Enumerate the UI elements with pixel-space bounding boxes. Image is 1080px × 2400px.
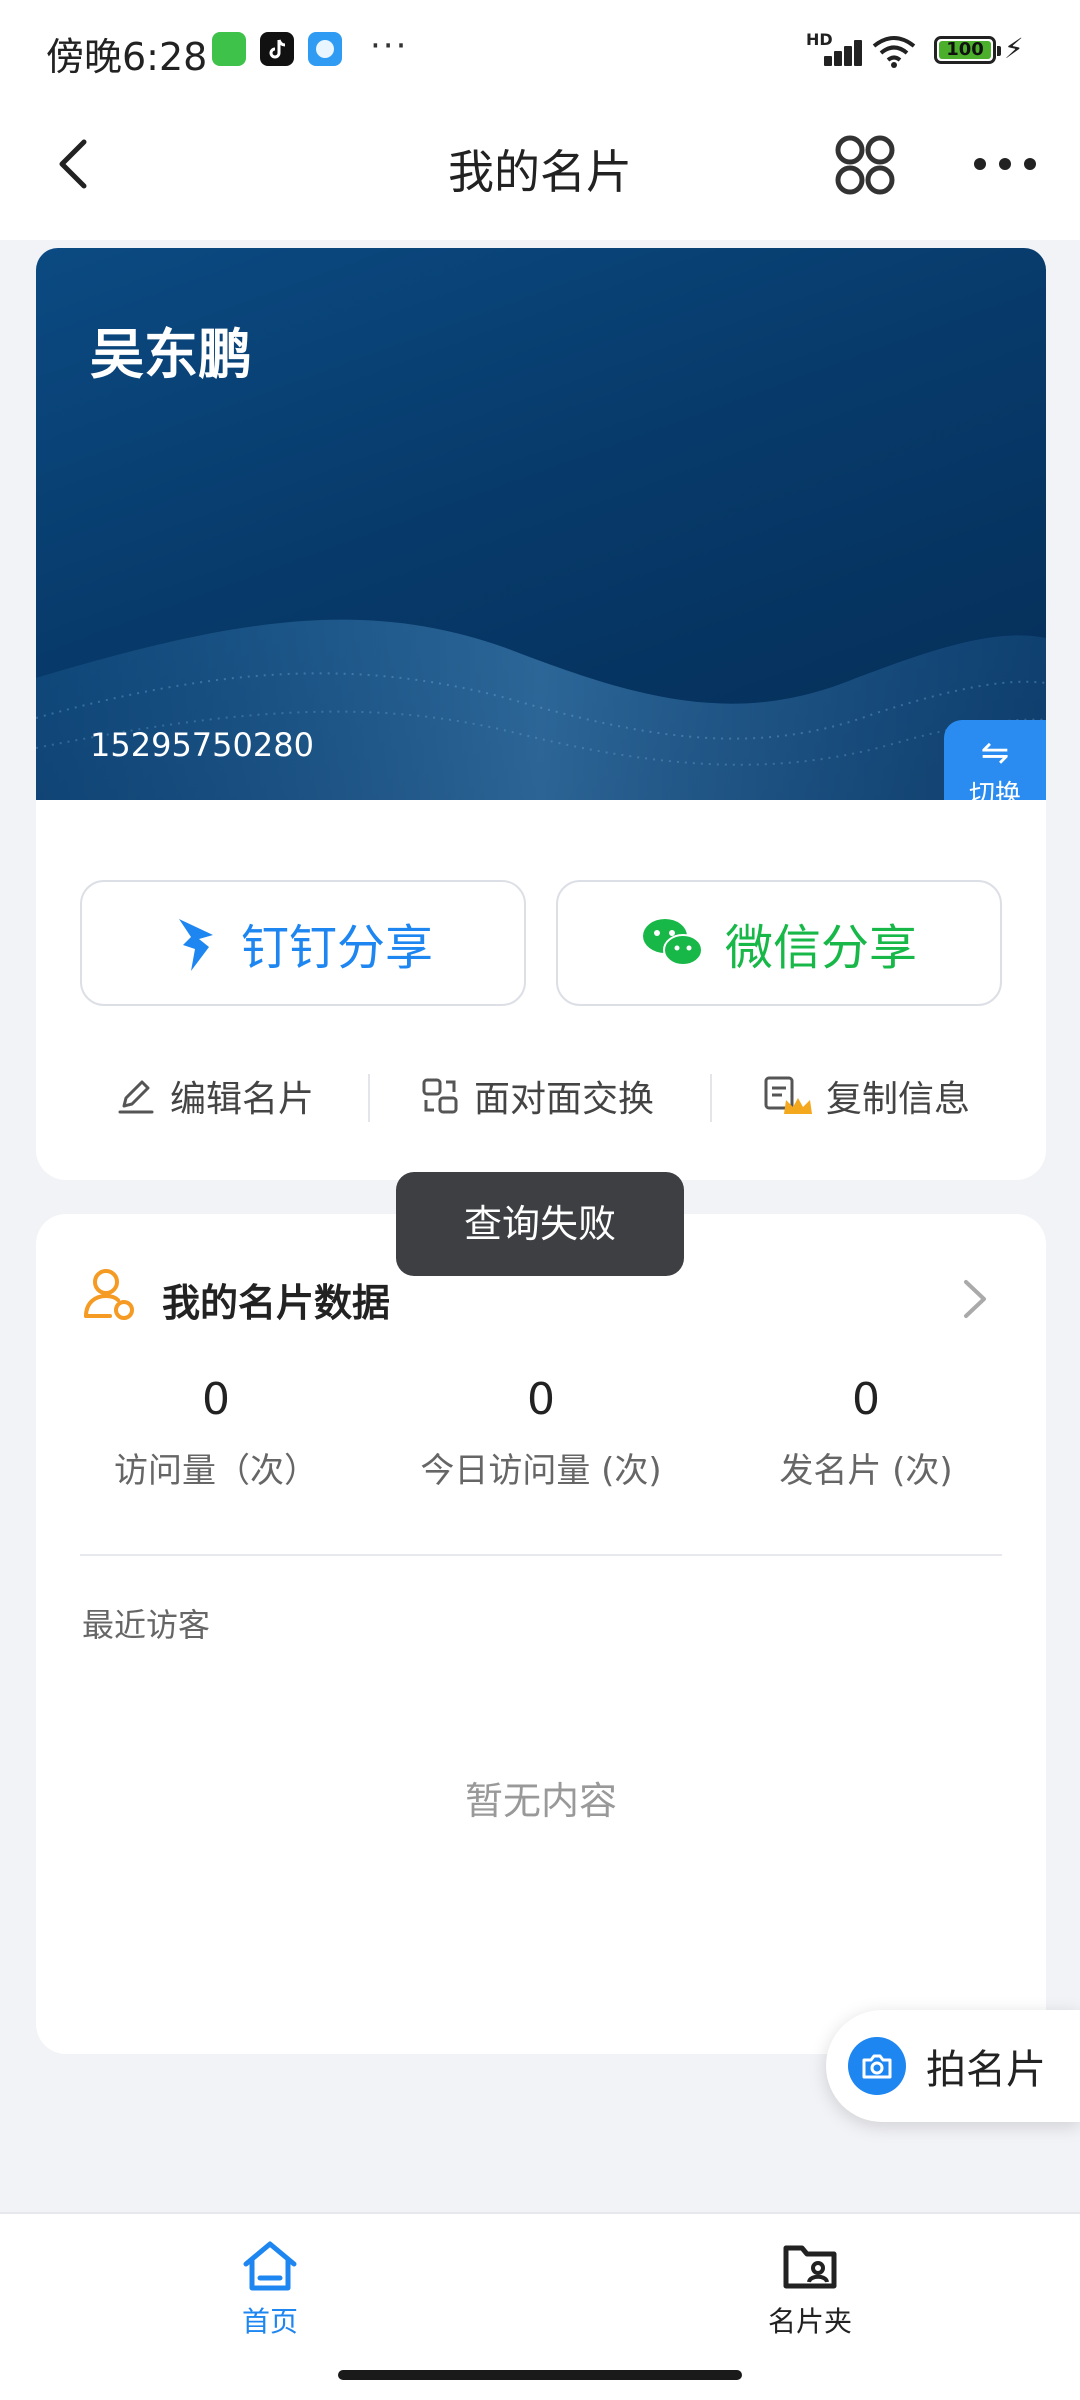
- wechat-icon: [642, 919, 703, 966]
- stat-value: 0: [202, 1374, 230, 1425]
- copy-info-label: 复制信息: [826, 1079, 971, 1120]
- card-data-title[interactable]: 我的名片数据: [162, 1272, 390, 1327]
- battery-icon: 100: [934, 36, 1001, 64]
- page-title: 我的名片: [448, 145, 632, 199]
- wechat-share-button[interactable]: 微信分享: [556, 880, 1002, 1006]
- face-exchange-button[interactable]: 面对面交换: [420, 1066, 654, 1126]
- apps-icon[interactable]: [830, 130, 900, 200]
- empty-state-text: 暂无内容: [464, 1779, 617, 1823]
- wechat-icon: [212, 32, 246, 66]
- home-indicator: [338, 2370, 742, 2380]
- stat-label: 今日访问量 (次): [420, 1451, 662, 1491]
- scan-card-button[interactable]: 拍名片: [826, 2010, 1080, 2122]
- stat-cards-sent: 0 发名片 (次): [706, 1374, 1026, 1492]
- tab-card-folder[interactable]: 名片夹: [710, 2238, 910, 2340]
- stat-label: 访问量（次）: [114, 1451, 318, 1491]
- tab-home[interactable]: 首页: [170, 2238, 370, 2340]
- face-exchange-label: 面对面交换: [474, 1079, 655, 1120]
- stat-visits: 0 访问量（次）: [56, 1374, 376, 1492]
- dingtalk-share-label: 钉钉分享: [240, 920, 433, 976]
- tab-home-label: 首页: [241, 2305, 298, 2338]
- stat-value: 0: [852, 1374, 880, 1425]
- status-bar: 傍晚6:28 ··· HD 100 ⚡: [0, 0, 1080, 100]
- chevron-right-icon[interactable]: [960, 1276, 990, 1322]
- browser-icon: [308, 32, 342, 66]
- user-stats-icon: [84, 1269, 134, 1320]
- more-icon[interactable]: [970, 144, 1040, 184]
- card-actions-panel: 钉钉分享 微信分享 编辑名片 面对面交换 复制信息: [36, 800, 1046, 1180]
- tab-folder-label: 名片夹: [767, 2305, 852, 2338]
- card-name: 吴东鹏: [90, 323, 252, 386]
- card-folder-icon: [783, 2245, 837, 2289]
- dingtalk-share-button[interactable]: 钉钉分享: [80, 880, 526, 1006]
- status-time: 傍晚6:28: [46, 35, 208, 79]
- error-toast: 查询失败: [396, 1172, 684, 1276]
- home-icon: [243, 2241, 297, 2291]
- swap-icon: ⇋: [980, 733, 1010, 773]
- charging-icon: ⚡: [1004, 32, 1024, 65]
- recent-visitors-label: 最近访客: [82, 1606, 211, 1644]
- wechat-share-label: 微信分享: [724, 920, 917, 976]
- business-card[interactable]: 吴东鹏 15295750280 ⇋ 切换: [36, 248, 1046, 822]
- stat-value: 0: [527, 1374, 555, 1425]
- divider: [368, 1074, 370, 1122]
- edit-card-label: 编辑名片: [170, 1079, 315, 1120]
- divider: [80, 1554, 1002, 1556]
- edit-card-button[interactable]: 编辑名片: [116, 1066, 314, 1126]
- camera-icon: [848, 2037, 906, 2095]
- card-data-panel: 我的名片数据 0 访问量（次） 0 今日访问量 (次) 0 发名片 (次) 最近…: [36, 1214, 1046, 2054]
- scan-card-label: 拍名片: [926, 2047, 1046, 2093]
- more-notifications-icon: ···: [370, 26, 409, 66]
- copy-crown-icon: [764, 1076, 812, 1114]
- signal-icon: [810, 40, 862, 66]
- edit-icon: [118, 1080, 154, 1114]
- card-phone: 15295750280: [90, 726, 314, 764]
- divider: [710, 1074, 712, 1122]
- tiktok-icon: [260, 32, 294, 66]
- wave-background: [36, 619, 1046, 822]
- top-nav-bar: 我的名片: [0, 100, 1080, 240]
- battery-level: 100: [939, 41, 991, 59]
- stat-today-visits: 0 今日访问量 (次): [381, 1374, 701, 1492]
- dingtalk-icon: [178, 919, 213, 971]
- copy-info-button[interactable]: 复制信息: [762, 1066, 970, 1126]
- exchange-icon: [422, 1078, 458, 1114]
- wifi-icon: [872, 36, 916, 68]
- stat-label: 发名片 (次): [779, 1451, 953, 1491]
